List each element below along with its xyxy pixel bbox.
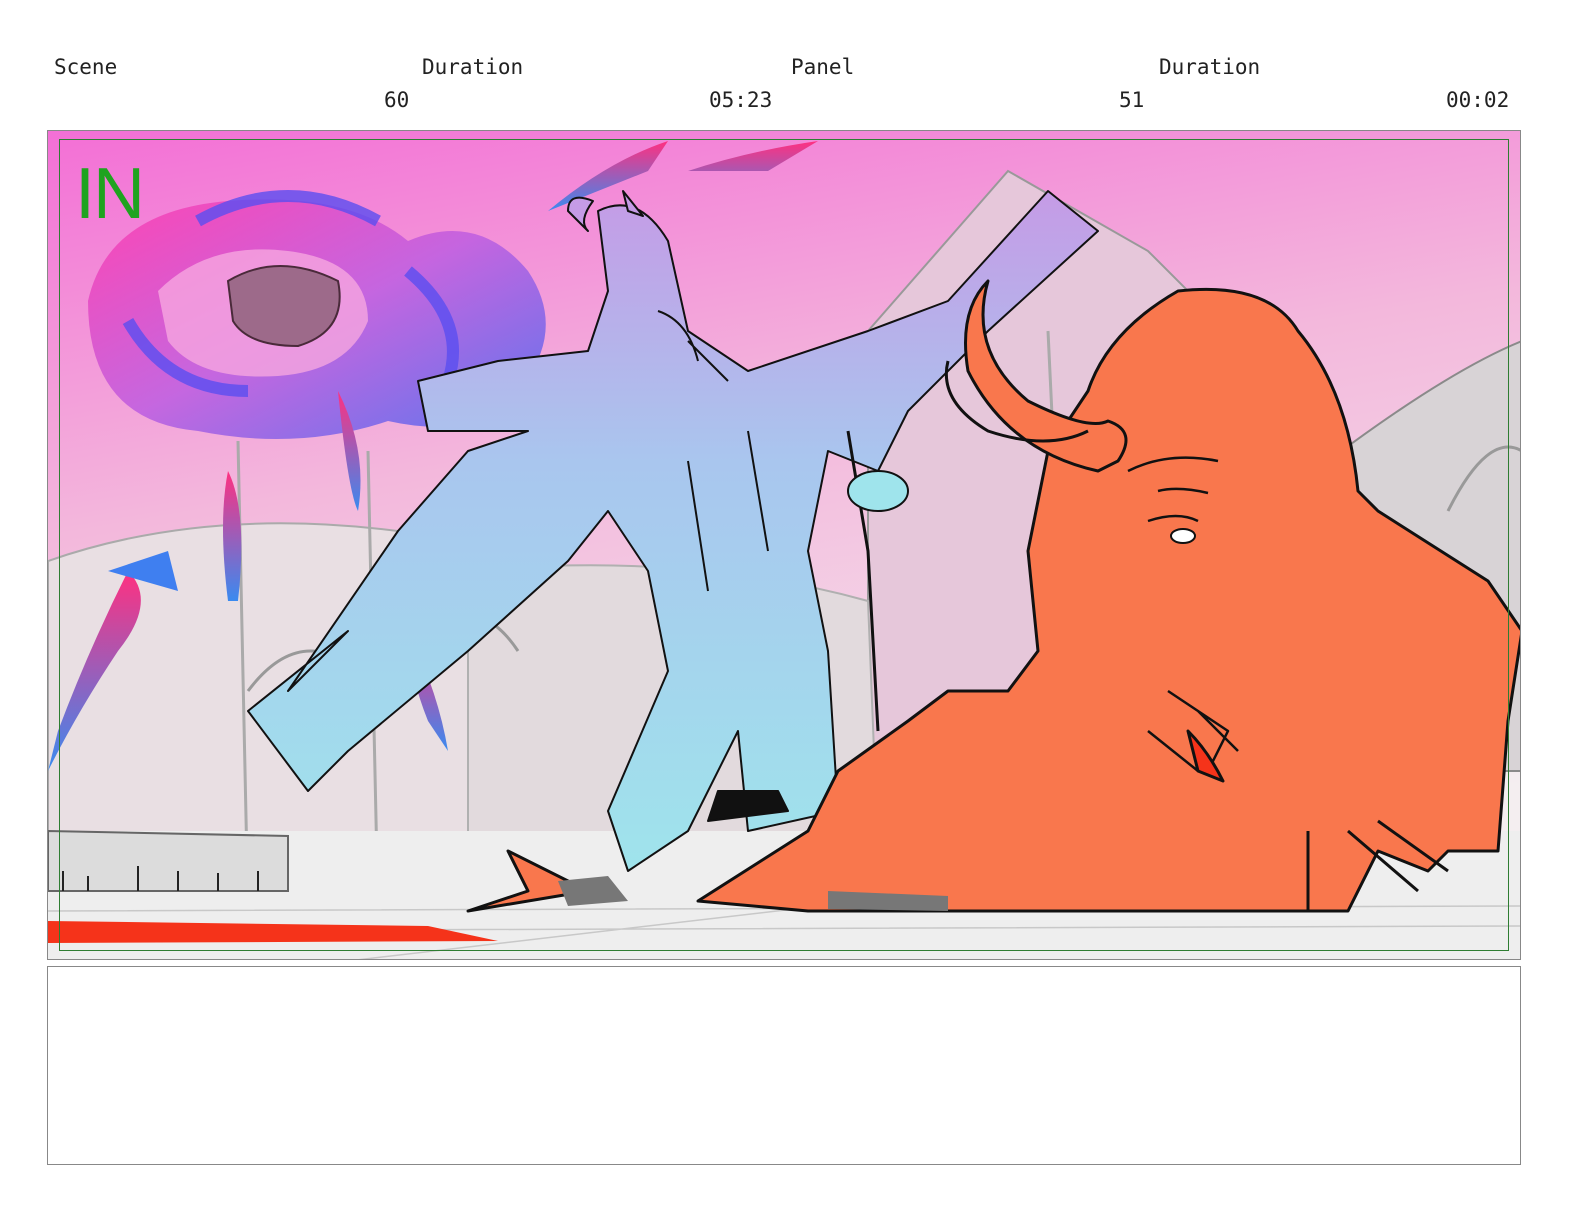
scene-duration: 05:23 xyxy=(709,88,773,112)
panel-artwork xyxy=(48,131,1520,959)
notes-text xyxy=(48,967,1520,987)
scene-label: Scene xyxy=(54,55,118,79)
notes-box[interactable] xyxy=(47,966,1521,1165)
scene-number: 60 xyxy=(384,88,410,112)
panel-label: Panel xyxy=(791,55,855,79)
ground-rail xyxy=(48,829,289,892)
panel-number: 51 xyxy=(1119,88,1145,112)
scene-duration-label: Duration xyxy=(422,55,524,79)
storyboard-panel xyxy=(47,130,1521,960)
in-marker: IN xyxy=(75,154,145,234)
panel-duration-label: Duration xyxy=(1159,55,1261,79)
panel-duration: 00:02 xyxy=(1446,88,1510,112)
